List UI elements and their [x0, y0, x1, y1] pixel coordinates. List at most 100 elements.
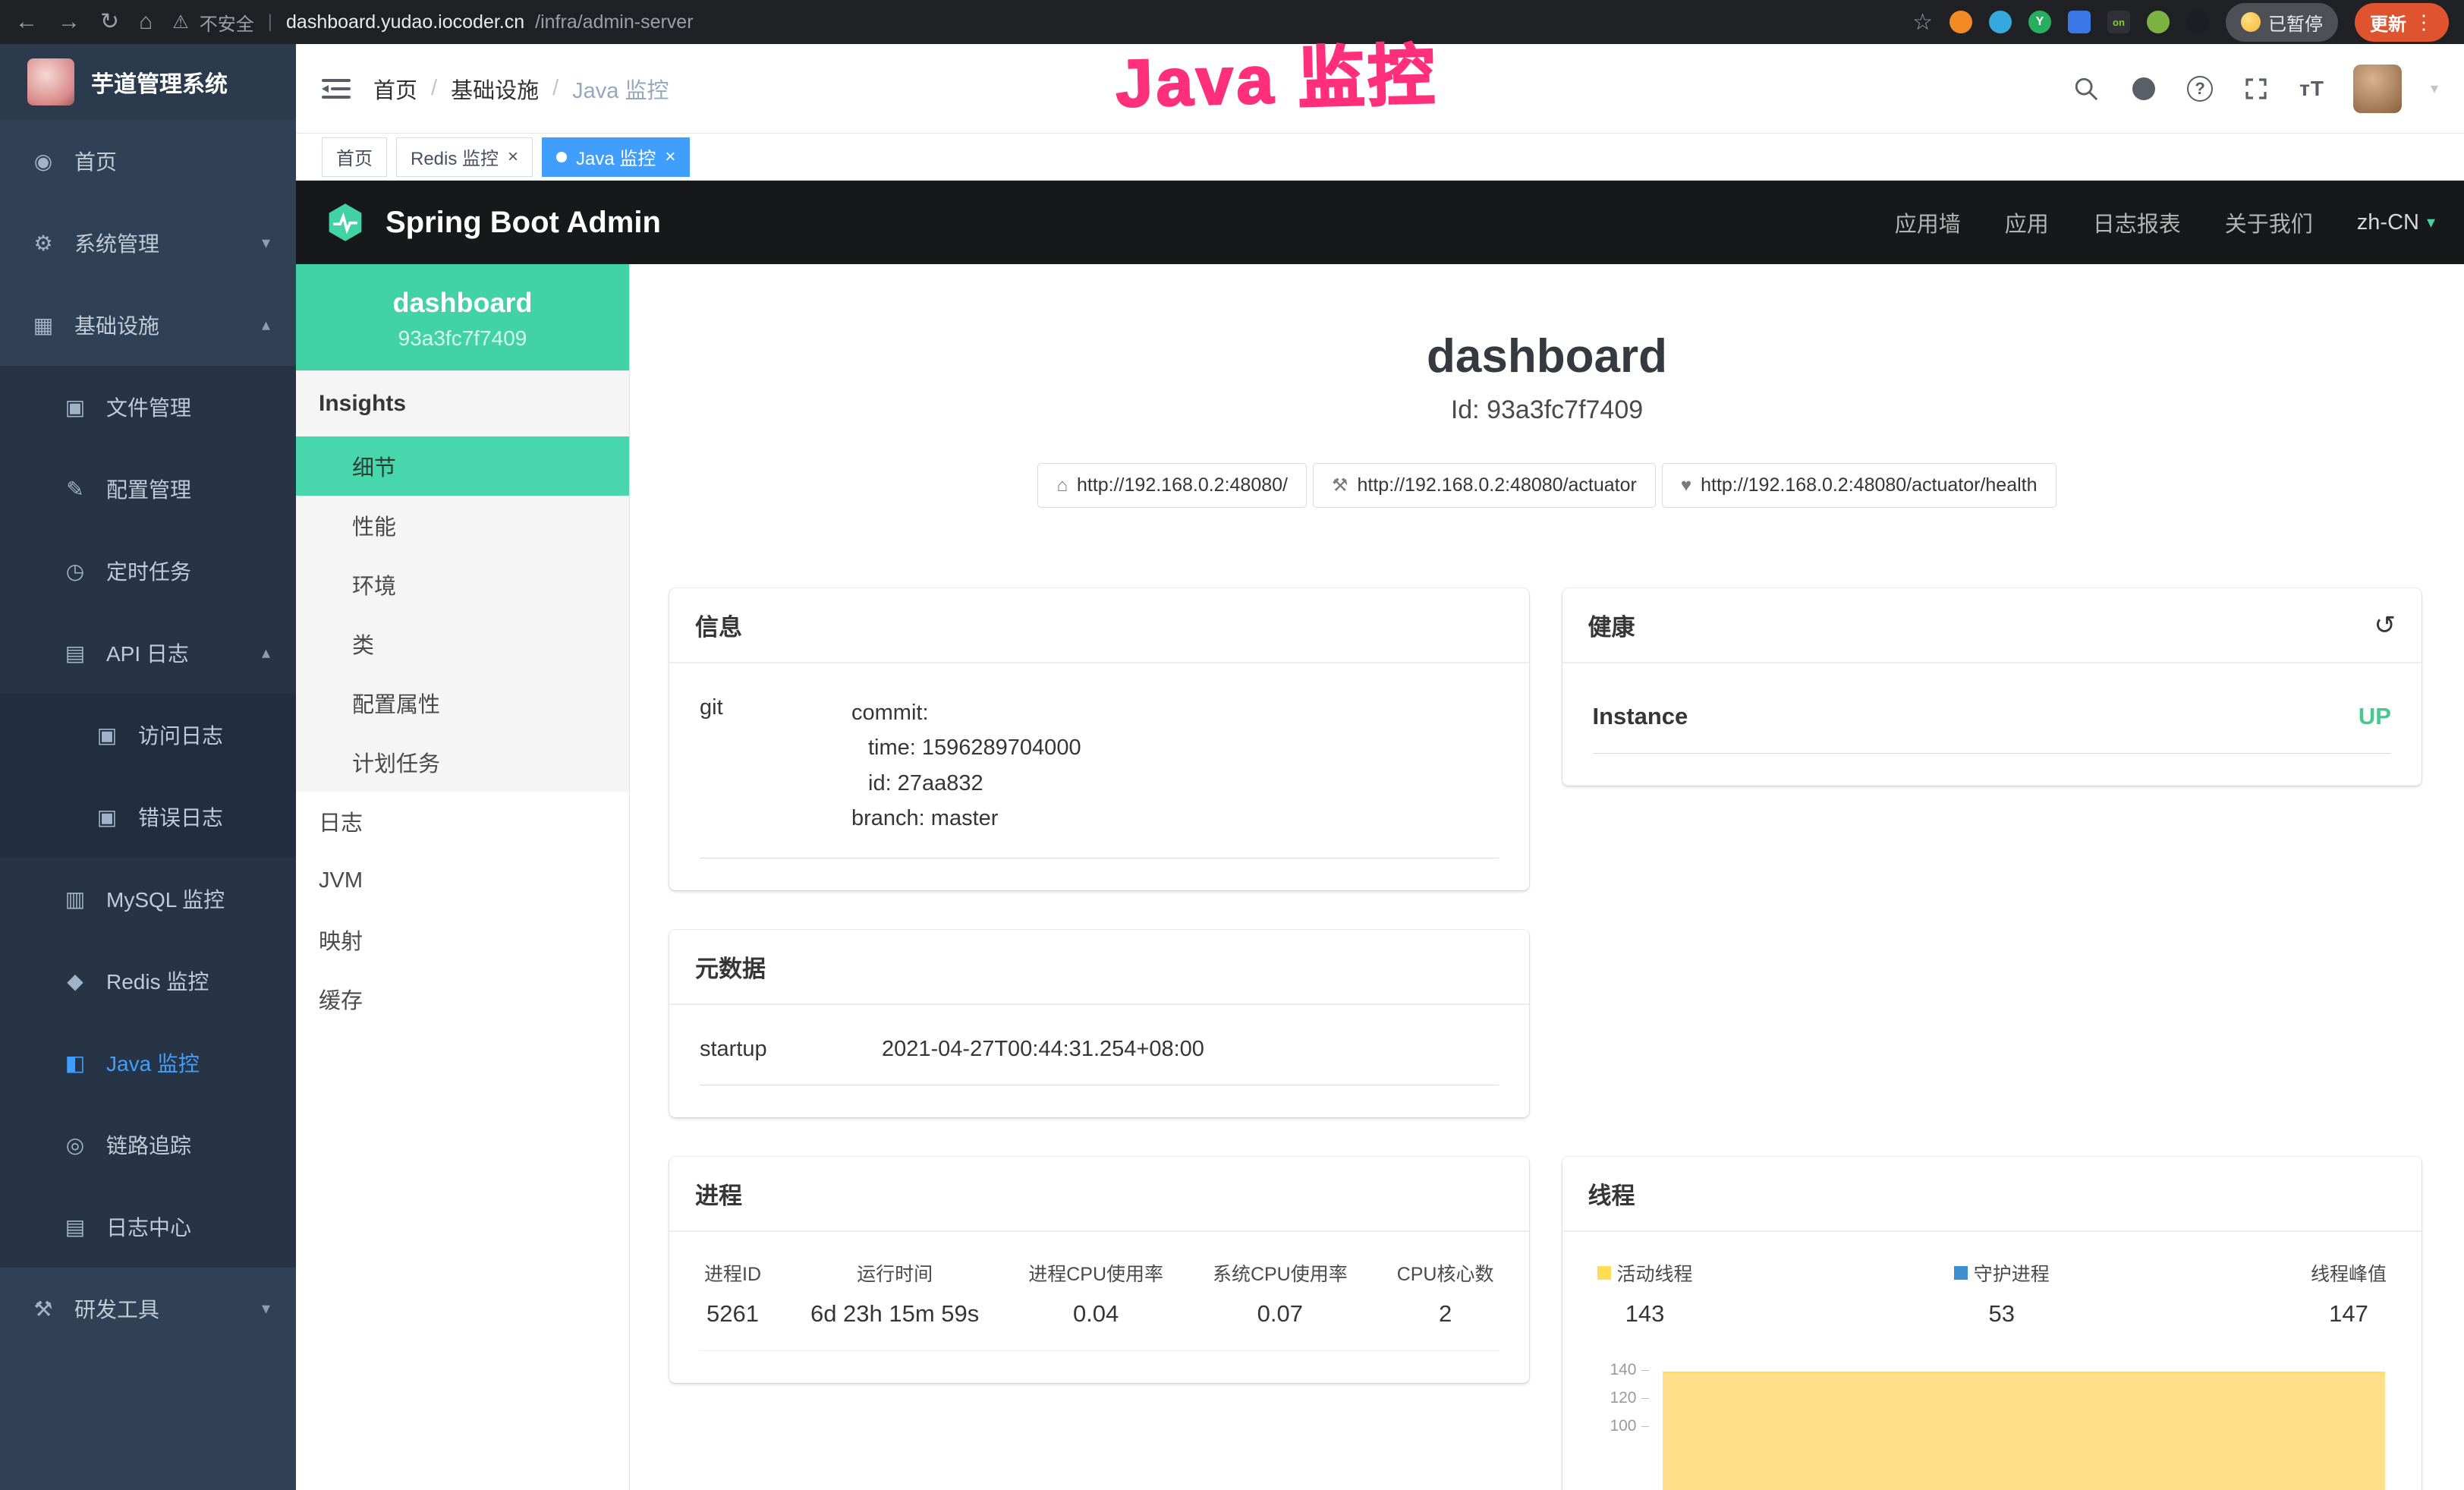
extension-icon-1[interactable]: [1949, 11, 1972, 33]
sba-menu-insights[interactable]: Insights: [296, 370, 629, 436]
extension-icon-3[interactable]: Y: [2028, 11, 2051, 33]
sidebar-item-java-monitor[interactable]: ◧ Java 监控: [0, 1022, 296, 1104]
browser-reload-button[interactable]: ↻: [100, 11, 119, 33]
close-icon[interactable]: ×: [665, 148, 675, 166]
github-icon[interactable]: [2129, 74, 2158, 103]
sba-brand[interactable]: Spring Boot Admin: [385, 206, 661, 240]
breadcrumb-home[interactable]: 首页: [373, 73, 417, 105]
health-status-badge: UP: [2359, 703, 2391, 730]
sidebar-item-file-mgmt[interactable]: ▣ 文件管理: [0, 366, 296, 448]
address-bar[interactable]: ⚠ 不安全 | dashboard.yudao.iocoder.cn/infra…: [172, 9, 693, 36]
bookmark-star-icon[interactable]: ☆: [1912, 9, 1933, 36]
legend-label: 线程峰值: [2311, 1259, 2387, 1287]
legend-value: 147: [2311, 1300, 2387, 1328]
sba-menu-details[interactable]: 细节: [296, 436, 629, 496]
sba-menu-environment[interactable]: 环境: [296, 555, 629, 614]
sba-menu-classes[interactable]: 类: [296, 614, 629, 673]
sba-nav-wallboard[interactable]: 应用墙: [1895, 206, 1961, 238]
instance-header[interactable]: dashboard 93a3fc7f7409: [296, 264, 629, 370]
sidebar-item-access-logs[interactable]: ▣ 访问日志: [0, 694, 296, 776]
health-card: 健康 ↺ Instance UP: [1562, 588, 2422, 786]
legend-label: 活动线程: [1617, 1259, 1693, 1287]
sba-menu-config-props[interactable]: 配置属性: [296, 673, 629, 732]
history-icon[interactable]: ↺: [2374, 610, 2396, 641]
stat-value: 0.07: [1213, 1300, 1348, 1328]
tab-java-monitor[interactable]: Java 监控 ×: [542, 137, 690, 177]
avatar-caret-icon[interactable]: ▾: [2431, 79, 2438, 98]
tags-view-bar: 首页 Redis 监控 × Java 监控 ×: [296, 134, 2464, 181]
extension-icon-6[interactable]: [2147, 11, 2170, 33]
browser-forward-button[interactable]: →: [58, 11, 80, 33]
tab-home[interactable]: 首页: [322, 137, 387, 177]
locale-select[interactable]: zh-CN ▾: [2357, 210, 2435, 235]
sidebar-item-label: 文件管理: [106, 392, 191, 422]
sidebar-item-error-logs[interactable]: ▣ 错误日志: [0, 776, 296, 858]
emoji-face-icon: [2241, 12, 2261, 32]
paused-extension-badge[interactable]: 已暂停: [2226, 3, 2338, 42]
stat-label: 进程CPU使用率: [1028, 1259, 1163, 1287]
sidebar-item-api-logs[interactable]: ▤ API 日志 ▴: [0, 612, 296, 694]
extension-icon-7[interactable]: [2186, 11, 2209, 33]
sba-nav-journal[interactable]: 日志报表: [2093, 206, 2181, 238]
extension-icon-2[interactable]: [1989, 11, 2012, 33]
stat-label: 进程ID: [704, 1259, 761, 1287]
wrench-icon: ⚒: [1332, 474, 1348, 496]
sba-menu-mappings[interactable]: 映射: [296, 910, 629, 969]
sidebar-item-mysql-monitor[interactable]: ▥ MySQL 监控: [0, 858, 296, 940]
sba-menu-jvm[interactable]: JVM: [296, 851, 629, 910]
tab-label: Redis 监控: [411, 143, 499, 170]
sidebar-item-system-mgmt[interactable]: ⚙ 系统管理 ▾: [0, 202, 296, 284]
screen: ← → ↻ ⌂ ⚠ 不安全 | dashboard.yudao.iocoder.…: [0, 0, 2464, 1490]
sba-nav-applications[interactable]: 应用: [2005, 206, 2049, 238]
hamburger-menu-icon[interactable]: [322, 74, 351, 103]
chrome-update-button[interactable]: 更新 ⋮: [2355, 3, 2449, 42]
extension-icon-5[interactable]: on: [2107, 11, 2130, 33]
infrastructure-icon: ▦: [30, 313, 56, 338]
browser-home-button[interactable]: ⌂: [139, 11, 153, 33]
close-icon[interactable]: ×: [508, 148, 518, 166]
search-icon[interactable]: [2072, 74, 2101, 103]
url-domain[interactable]: dashboard.yudao.iocoder.cn: [286, 11, 524, 33]
sidebar-item-label: 配置管理: [106, 474, 191, 504]
sidebar-item-log-center[interactable]: ▤ 日志中心: [0, 1186, 296, 1268]
fullscreen-icon[interactable]: [2242, 74, 2270, 103]
threads-legend-daemon: 守护进程 53: [1954, 1259, 2050, 1328]
browser-back-button[interactable]: ←: [15, 11, 38, 33]
process-stat-system-cpu: 系统CPU使用率 0.07: [1213, 1259, 1348, 1328]
service-url-button[interactable]: ⌂ http://192.168.0.2:48080/: [1037, 463, 1307, 508]
health-url-button[interactable]: ♥ http://192.168.0.2:48080/actuator/heal…: [1662, 463, 2056, 508]
sidebar-item-tracing[interactable]: ◎ 链路追踪: [0, 1104, 296, 1186]
chevron-down-icon: ▾: [262, 1299, 270, 1318]
sidebar-item-infrastructure[interactable]: ▦ 基础设施 ▴: [0, 284, 296, 366]
avatar[interactable]: [2353, 65, 2402, 113]
chevron-down-icon: ▾: [262, 233, 270, 253]
extension-icon-4[interactable]: [2068, 11, 2091, 33]
sba-menu-scheduled-tasks[interactable]: 计划任务: [296, 732, 629, 792]
instance-id: 93a3fc7f7409: [296, 326, 629, 351]
font-size-icon[interactable]: тT: [2299, 77, 2324, 101]
update-label: 更新: [2370, 9, 2406, 36]
url-path[interactable]: /infra/admin-server: [535, 11, 693, 33]
security-label[interactable]: 不安全: [200, 9, 254, 36]
instance-name: dashboard: [296, 287, 629, 319]
sba-menu-logs[interactable]: 日志: [296, 792, 629, 851]
sba-menu-caches[interactable]: 缓存: [296, 969, 629, 1029]
chevron-up-icon: ▴: [262, 315, 270, 335]
live-threads-area: [1663, 1372, 2386, 1490]
sidebar-item-scheduled-tasks[interactable]: ◷ 定时任务: [0, 530, 296, 612]
sba-menu-metrics[interactable]: 性能: [296, 496, 629, 555]
browser-menu-kebab-icon[interactable]: ⋮: [2414, 11, 2434, 34]
sidebar-item-home[interactable]: ◉ 首页: [0, 120, 296, 202]
admin-sidebar: 芋道管理系统 ◉ 首页 ⚙ 系统管理 ▾ ▦ 基础设施 ▴ ▣ 文件管理 ✎: [0, 44, 296, 1490]
app-logo-row[interactable]: 芋道管理系统: [0, 44, 296, 120]
sba-nav-about[interactable]: 关于我们: [2225, 206, 2313, 238]
tab-redis-monitor[interactable]: Redis 监控 ×: [396, 137, 533, 177]
sidebar-item-redis-monitor[interactable]: ◆ Redis 监控: [0, 940, 296, 1022]
sidebar-item-config-mgmt[interactable]: ✎ 配置管理: [0, 448, 296, 530]
breadcrumb-infrastructure[interactable]: 基础设施: [451, 73, 539, 105]
redis-icon: ◆: [62, 969, 88, 994]
stat-label: 系统CPU使用率: [1213, 1259, 1348, 1287]
help-icon[interactable]: ?: [2187, 76, 2213, 102]
sidebar-item-dev-tools[interactable]: ⚒ 研发工具 ▾: [0, 1268, 296, 1350]
actuator-url-button[interactable]: ⚒ http://192.168.0.2:48080/actuator: [1313, 463, 1656, 508]
